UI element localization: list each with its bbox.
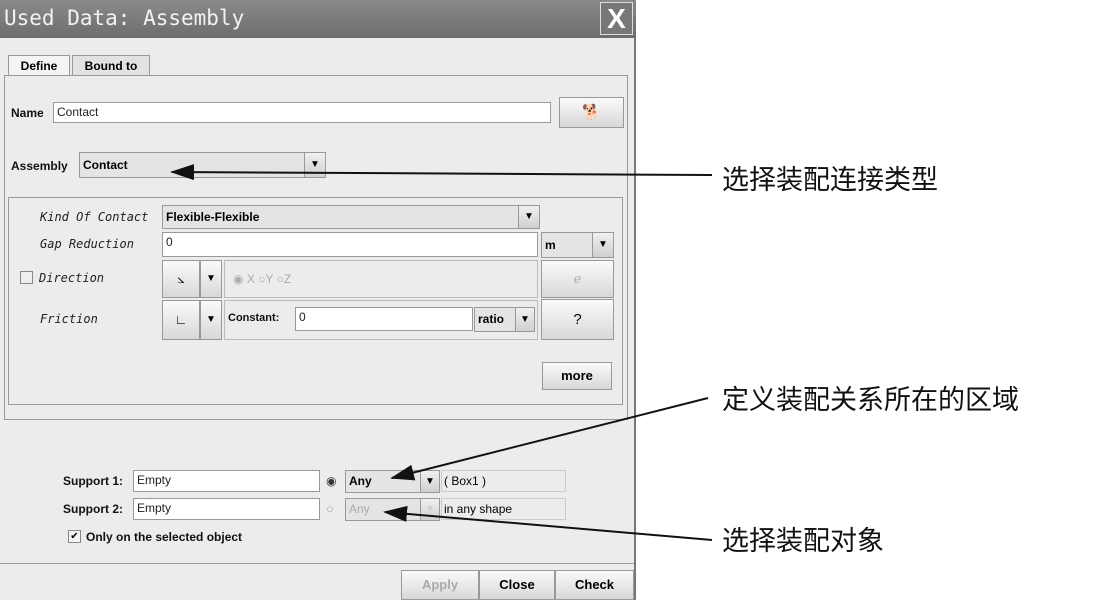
annotation-support-area: 定义装配关系所在的区域 <box>722 385 1019 416</box>
arrow-support-object <box>383 505 713 541</box>
annotation-arrows <box>170 164 713 541</box>
arrow-assembly-type <box>170 164 713 181</box>
arrow-support-area <box>390 397 709 481</box>
annotation-assembly-type: 选择装配连接类型 <box>722 165 938 196</box>
annotation-support-object: 选择装配对象 <box>722 526 884 557</box>
